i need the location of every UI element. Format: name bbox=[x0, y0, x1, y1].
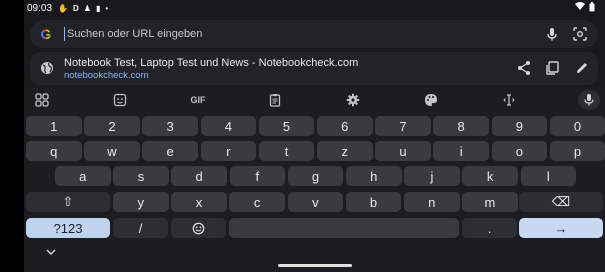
voice-input-button[interactable] bbox=[578, 90, 600, 110]
d-icon: D bbox=[73, 4, 79, 13]
keyboard-toolbar: GIF bbox=[24, 88, 605, 112]
key-o[interactable]: o bbox=[491, 141, 548, 161]
key-4[interactable]: 4 bbox=[200, 116, 257, 136]
key-5[interactable]: 5 bbox=[258, 116, 315, 136]
key-e[interactable]: e bbox=[142, 141, 198, 161]
space-key[interactable] bbox=[229, 218, 459, 238]
status-bar: 09:03 ✋ D ♟ ▮ • bbox=[27, 0, 605, 17]
key-0[interactable]: 0 bbox=[549, 116, 605, 136]
shift-key[interactable]: ⇧ bbox=[26, 192, 110, 212]
gesture-handle[interactable] bbox=[278, 264, 352, 267]
backspace-key[interactable]: ⌫ bbox=[519, 192, 603, 212]
slash-key[interactable]: / bbox=[113, 218, 168, 238]
text-cursor-icon[interactable] bbox=[501, 92, 517, 108]
key-u[interactable]: u bbox=[375, 141, 431, 161]
key-8[interactable]: 8 bbox=[433, 116, 489, 136]
keyboard-mic-icon bbox=[584, 94, 594, 106]
key-j[interactable]: j bbox=[404, 166, 460, 186]
settings-gear-icon[interactable] bbox=[345, 92, 361, 108]
lens-icon[interactable] bbox=[572, 26, 588, 42]
key-6[interactable]: 6 bbox=[317, 116, 373, 136]
key-y[interactable]: y bbox=[113, 192, 169, 212]
battery-small-icon: ▮ bbox=[95, 4, 101, 13]
key-c[interactable]: c bbox=[229, 192, 285, 212]
suggestion-url: notebookcheck.com bbox=[64, 70, 149, 81]
share-icon[interactable] bbox=[516, 60, 532, 76]
globe-icon bbox=[41, 62, 53, 74]
palette-icon[interactable] bbox=[423, 92, 439, 108]
person-icon: ♟ bbox=[83, 4, 91, 13]
battery-icon bbox=[589, 2, 595, 12]
emoji-icon bbox=[192, 222, 205, 234]
key-2[interactable]: 2 bbox=[84, 116, 140, 136]
key-b[interactable]: b bbox=[345, 192, 402, 212]
dot-icon: • bbox=[105, 4, 109, 13]
key-7[interactable]: 7 bbox=[375, 116, 431, 136]
enter-key[interactable]: → bbox=[519, 218, 603, 238]
key-h[interactable]: h bbox=[346, 166, 402, 186]
symbols-key[interactable]: ?123 bbox=[26, 218, 110, 238]
status-right bbox=[575, 2, 595, 12]
omnibox[interactable]: G bbox=[30, 20, 598, 48]
key-f[interactable]: f bbox=[229, 166, 286, 186]
status-time: 09:03 bbox=[27, 3, 53, 14]
left-edge bbox=[0, 0, 24, 272]
emoji-key[interactable] bbox=[171, 218, 226, 238]
gif-button[interactable]: GIF bbox=[187, 92, 209, 108]
key-i[interactable]: i bbox=[433, 141, 489, 161]
chevron-down-icon[interactable] bbox=[45, 247, 57, 257]
wifi-icon bbox=[575, 2, 585, 10]
copy-icon[interactable] bbox=[544, 60, 560, 76]
key-k[interactable]: k bbox=[462, 166, 518, 186]
key-s[interactable]: s bbox=[113, 166, 169, 186]
apps-grid-icon[interactable] bbox=[34, 92, 50, 108]
key-z[interactable]: z bbox=[317, 141, 373, 161]
key-9[interactable]: 9 bbox=[491, 116, 548, 136]
key-a[interactable]: a bbox=[55, 166, 111, 186]
google-logo-icon: G bbox=[38, 26, 54, 42]
sticker-icon[interactable] bbox=[112, 92, 128, 108]
key-r[interactable]: r bbox=[200, 141, 257, 161]
mic-icon[interactable] bbox=[544, 26, 560, 42]
key-d[interactable]: d bbox=[171, 166, 227, 186]
period-key[interactable]: . bbox=[462, 218, 517, 238]
key-l[interactable]: l bbox=[520, 166, 577, 186]
key-n[interactable]: n bbox=[404, 192, 460, 212]
key-w[interactable]: w bbox=[84, 141, 140, 161]
key-v[interactable]: v bbox=[287, 192, 344, 212]
key-p[interactable]: p bbox=[549, 141, 605, 161]
key-g[interactable]: g bbox=[287, 166, 344, 186]
key-m[interactable]: m bbox=[462, 192, 518, 212]
key-q[interactable]: q bbox=[26, 141, 82, 161]
key-1[interactable]: 1 bbox=[26, 116, 82, 136]
key-t[interactable]: t bbox=[258, 141, 315, 161]
key-3[interactable]: 3 bbox=[142, 116, 198, 136]
suggestion-title: Notebook Test, Laptop Test und News - No… bbox=[64, 57, 359, 69]
suggestion-row[interactable]: Notebook Test, Laptop Test und News - No… bbox=[30, 52, 598, 85]
edit-icon[interactable] bbox=[574, 60, 590, 76]
key-x[interactable]: x bbox=[171, 192, 227, 212]
hand-icon: ✋ bbox=[58, 4, 68, 13]
search-input[interactable] bbox=[64, 27, 504, 41]
clipboard-icon[interactable] bbox=[267, 92, 283, 108]
